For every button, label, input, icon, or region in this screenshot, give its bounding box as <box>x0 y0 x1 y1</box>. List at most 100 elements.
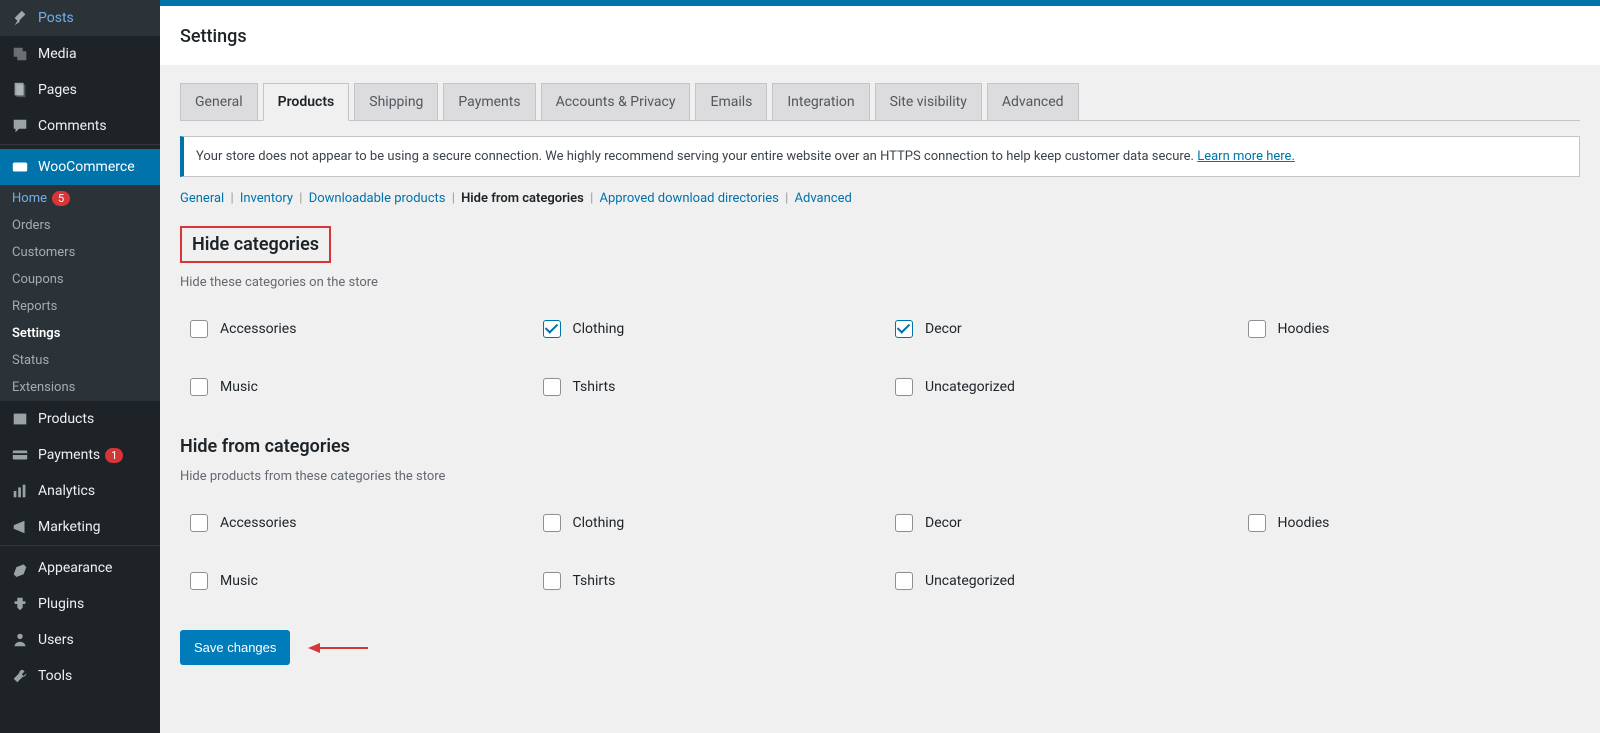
notice-text: Your store does not appear to be using a… <box>196 149 1197 164</box>
subtab-downloadable[interactable]: Downloadable products <box>309 191 446 206</box>
sidebar-sub-coupons[interactable]: Coupons <box>0 266 160 293</box>
hide-from-category-item: Hoodies <box>1248 514 1581 532</box>
hide-from-category-checkbox-clothing[interactable] <box>543 514 561 532</box>
sidebar-item-comments[interactable]: Comments <box>0 108 160 144</box>
notification-badge: 5 <box>52 191 70 206</box>
users-icon <box>10 630 30 650</box>
sidebar-sub-customers[interactable]: Customers <box>0 239 160 266</box>
tab-payments[interactable]: Payments <box>443 83 535 120</box>
sidebar-sub-reports[interactable]: Reports <box>0 293 160 320</box>
hide-from-category-label[interactable]: Tshirts <box>573 573 616 589</box>
page-header: Settings <box>160 6 1600 65</box>
page-title: Settings <box>180 26 1580 47</box>
hide-from-category-label[interactable]: Decor <box>925 515 962 531</box>
sidebar-sub-status[interactable]: Status <box>0 347 160 374</box>
hide-category-label[interactable]: Clothing <box>573 321 625 337</box>
hide-category-item: Music <box>190 378 523 396</box>
tab-integration[interactable]: Integration <box>772 83 869 120</box>
sidebar-item-label: Payments <box>38 447 100 463</box>
tab-products[interactable]: Products <box>263 83 350 121</box>
hide-from-categories-grid: Accessories Clothing Decor Hoodies Music Tshi… <box>180 514 1580 590</box>
hide-category-checkbox-hoodies[interactable] <box>1248 320 1266 338</box>
pages-icon <box>10 80 30 100</box>
sidebar-sub-orders[interactable]: Orders <box>0 212 160 239</box>
sidebar-sub-home[interactable]: Home5 <box>0 185 160 212</box>
sidebar-item-label: Posts <box>38 10 74 26</box>
tab-general[interactable]: General <box>180 83 258 120</box>
hide-category-label[interactable]: Music <box>220 379 258 395</box>
sidebar-sub-settings[interactable]: Settings <box>0 320 160 347</box>
sidebar-item-woocommerce[interactable]: WooCommerce <box>0 149 160 185</box>
sidebar-item-label: Plugins <box>38 596 84 612</box>
hide-category-item: Decor <box>895 320 1228 338</box>
tab-shipping[interactable]: Shipping <box>354 83 438 120</box>
subtab-inventory[interactable]: Inventory <box>240 191 293 206</box>
hide-from-category-label[interactable]: Music <box>220 573 258 589</box>
tab-emails[interactable]: Emails <box>695 83 767 120</box>
hide-category-checkbox-accessories[interactable] <box>190 320 208 338</box>
hide-from-category-item: Decor <box>895 514 1228 532</box>
sidebar-item-posts[interactable]: Posts <box>0 0 160 36</box>
save-changes-button[interactable]: Save changes <box>180 630 290 665</box>
hide-category-checkbox-decor[interactable] <box>895 320 913 338</box>
hide-from-category-checkbox-tshirts[interactable] <box>543 572 561 590</box>
sidebar-item-label: Tools <box>38 668 72 684</box>
hide-from-category-item: Music <box>190 572 523 590</box>
sidebar-item-label: Users <box>38 632 74 648</box>
subtab-general[interactable]: General <box>180 191 224 206</box>
hide-category-checkbox-clothing[interactable] <box>543 320 561 338</box>
hide-from-category-checkbox-hoodies[interactable] <box>1248 514 1266 532</box>
sidebar-sub-extensions[interactable]: Extensions <box>0 374 160 401</box>
products-subtabs: General | Inventory | Downloadable produ… <box>180 191 1580 206</box>
sidebar-item-label: Marketing <box>38 519 101 535</box>
hide-from-category-item: Accessories <box>190 514 523 532</box>
hide-from-category-item: Tshirts <box>543 572 876 590</box>
sidebar-item-payments[interactable]: Payments1 <box>0 437 160 473</box>
tab-accounts-privacy[interactable]: Accounts & Privacy <box>541 83 691 120</box>
sidebar-item-marketing[interactable]: Marketing <box>0 509 160 545</box>
sidebar-item-products[interactable]: Products <box>0 401 160 437</box>
sidebar-item-tools[interactable]: Tools <box>0 658 160 694</box>
hide-category-checkbox-tshirts[interactable] <box>543 378 561 396</box>
tab-advanced[interactable]: Advanced <box>987 83 1079 120</box>
sidebar-item-label: Products <box>38 411 94 427</box>
hide-category-checkbox-uncategorized[interactable] <box>895 378 913 396</box>
notice-link[interactable]: Learn more here. <box>1197 149 1295 164</box>
hide-category-label[interactable]: Tshirts <box>573 379 616 395</box>
sidebar-item-plugins[interactable]: Plugins <box>0 586 160 622</box>
hide-from-category-checkbox-accessories[interactable] <box>190 514 208 532</box>
subtab-approved-download[interactable]: Approved download directories <box>599 191 778 206</box>
hide-category-label[interactable]: Accessories <box>220 321 296 337</box>
sidebar-item-label: Comments <box>38 118 107 134</box>
subtab-hide-from-categories[interactable]: Hide from categories <box>461 191 584 206</box>
sidebar-item-analytics[interactable]: Analytics <box>0 473 160 509</box>
hide-category-label[interactable]: Uncategorized <box>925 379 1015 395</box>
hide-from-category-label[interactable]: Clothing <box>573 515 625 531</box>
ssl-warning-notice: Your store does not appear to be using a… <box>180 136 1580 177</box>
hide-from-category-label[interactable]: Hoodies <box>1278 515 1330 531</box>
hide-category-item: Accessories <box>190 320 523 338</box>
section-title-hide-categories: Hide categories <box>180 226 331 263</box>
sidebar-item-media[interactable]: Media <box>0 36 160 72</box>
marketing-icon <box>10 517 30 537</box>
subtab-advanced[interactable]: Advanced <box>795 191 852 206</box>
woo-icon <box>10 157 30 177</box>
hide-category-checkbox-music[interactable] <box>190 378 208 396</box>
hide-from-category-checkbox-decor[interactable] <box>895 514 913 532</box>
hide-from-category-label[interactable]: Uncategorized <box>925 573 1015 589</box>
sidebar-item-label: Media <box>38 46 77 62</box>
hide-from-category-label[interactable]: Accessories <box>220 515 296 531</box>
hide-from-category-checkbox-music[interactable] <box>190 572 208 590</box>
sidebar-item-users[interactable]: Users <box>0 622 160 658</box>
products-icon <box>10 409 30 429</box>
hide-from-category-checkbox-uncategorized[interactable] <box>895 572 913 590</box>
sidebar-item-pages[interactable]: Pages <box>0 72 160 108</box>
hide-category-item: Clothing <box>543 320 876 338</box>
tab-site-visibility[interactable]: Site visibility <box>875 83 982 120</box>
hide-category-label[interactable]: Decor <box>925 321 962 337</box>
hide-category-item: Tshirts <box>543 378 876 396</box>
sidebar-item-appearance[interactable]: Appearance <box>0 550 160 586</box>
media-icon <box>10 44 30 64</box>
hide-category-label[interactable]: Hoodies <box>1278 321 1330 337</box>
payments-icon <box>10 445 30 465</box>
